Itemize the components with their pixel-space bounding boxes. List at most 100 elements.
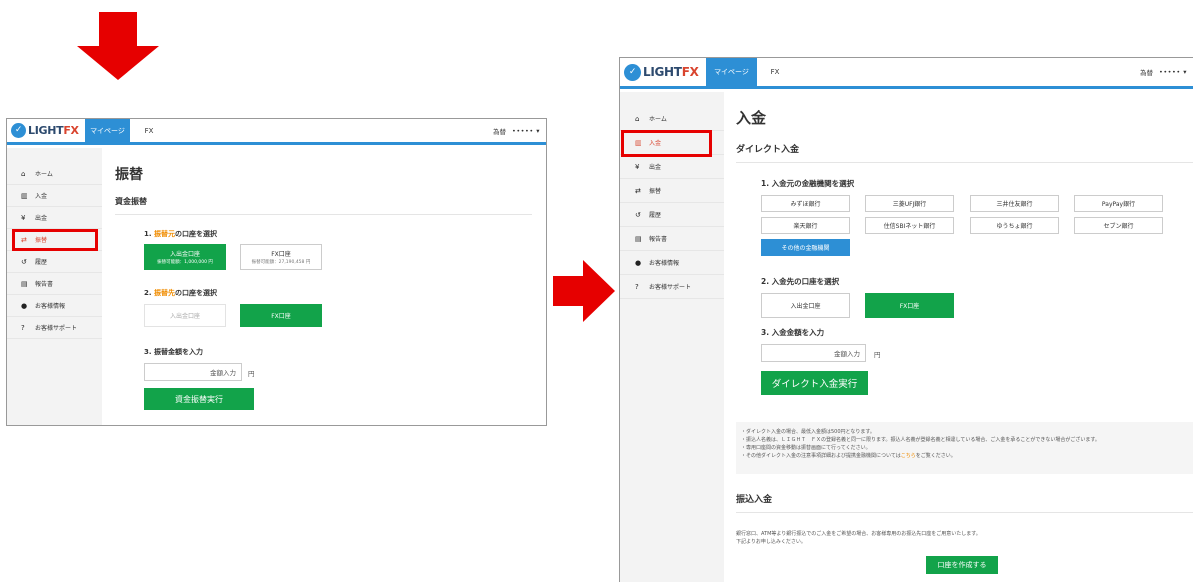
sidebar-item-label: 振替 — [649, 188, 662, 195]
yen-icon: ¥ — [21, 213, 26, 222]
sidebar-item-home[interactable]: ⌂ ホーム — [7, 163, 102, 185]
bank-icon: ▥ — [21, 191, 28, 200]
step1-highlight: 振替元 — [153, 230, 175, 238]
sidebar-item-label: お客様サポート — [649, 284, 692, 291]
note-1: ・ダイレクト入金の場合、最低入金額は500円となります。 — [741, 429, 875, 435]
source-inout-account-button[interactable]: 入出金口座 振替可能額：1,000,000 円 — [144, 244, 226, 270]
note-4: ・その他ダイレクト入金の注意事項詳細および提携金融機関についてはこちらをご覧くだ… — [741, 452, 1188, 460]
highlight-box-transfer — [12, 229, 98, 251]
note-2: ・振込人名義は、ＬＩＧＨＴ ＦＸの登録名義と同一に限ります。振込人名義が登録名義… — [741, 437, 1100, 443]
amount-input[interactable]: 金額入力 — [761, 344, 866, 362]
user-menu[interactable]: 為替 ••••• ▾ — [493, 119, 546, 142]
sidebar-item-support[interactable]: ? お客様サポート — [7, 317, 102, 339]
bank-button-smbc[interactable]: 三井住友銀行 — [970, 195, 1059, 212]
page-title: 振替 — [115, 167, 143, 183]
yen-icon: ¥ — [635, 162, 640, 171]
highlight-box-deposit — [621, 130, 712, 157]
user-icon: ● — [635, 258, 642, 267]
section-title: 資金振替 — [115, 197, 147, 206]
note-3: ・専用口座間の資金移動は振替画面にて行ってください。 — [741, 445, 871, 451]
transfer-description-2: 下記よりお申し込みください。 — [736, 539, 806, 545]
logo-fx-text: FX — [63, 124, 79, 137]
bank-button-mizuho[interactable]: みずほ銀行 — [761, 195, 850, 212]
deposit-screen: ✓ LIGHT FX マイページ FX 為替 ••••• ▾ ⌂ ホーム ▥ 入金 ¥… — [619, 57, 1193, 582]
section-transfer-title: 振込入金 — [736, 495, 773, 505]
dest-inout-account-button[interactable]: 入出金口座 — [761, 293, 850, 318]
bank-button-yucho[interactable]: ゆうちょ銀行 — [970, 217, 1059, 234]
amount-input[interactable]: 金額入力 — [144, 363, 242, 381]
help-icon: ? — [635, 282, 639, 291]
bank-button-seven[interactable]: セブン銀行 — [1074, 217, 1163, 234]
page-title: 入金 — [736, 109, 767, 127]
sidebar-item-label: 履歴 — [35, 259, 48, 266]
direct-deposit-submit-button[interactable]: ダイレクト入金実行 — [761, 371, 868, 395]
step1-suffix: の口座を選択 — [174, 230, 217, 238]
dest-inout-account-button[interactable]: 入出金口座 — [144, 304, 226, 327]
user-name-masked: ••••• ▾ — [1159, 68, 1187, 76]
dest-fx-account-button[interactable]: FX口座 — [865, 293, 954, 318]
note-4-link[interactable]: こちら — [901, 453, 916, 459]
step1-prefix: 1. — [144, 230, 154, 238]
help-icon: ? — [21, 323, 25, 332]
sidebar-item-withdraw[interactable]: ¥ 出金 — [7, 207, 102, 229]
button-sub: 振替可能額：1,000,000 円 — [157, 260, 213, 265]
logo[interactable]: ✓ LIGHT FX — [7, 119, 85, 142]
step2-label: 2. 入金先の口座を選択 — [761, 277, 840, 286]
sidebar-item-label: お客様情報 — [649, 260, 680, 267]
sidebar-item-label: 出金 — [35, 215, 48, 222]
create-account-button[interactable]: 口座を作成する — [926, 556, 998, 574]
sidebar-item-label: お客様情報 — [35, 303, 66, 310]
logo[interactable]: ✓ LIGHT FX — [620, 58, 706, 86]
sidebar-item-transfer[interactable]: ⇄ 振替 — [620, 179, 724, 203]
home-icon: ⌂ — [21, 169, 26, 178]
sidebar-item-report[interactable]: ▤ 報告書 — [620, 227, 724, 251]
user-prefix: 為替 — [493, 127, 506, 136]
bank-button-sbi[interactable]: 住信SBIネット銀行 — [865, 217, 954, 234]
bank-button-paypay[interactable]: PayPay銀行 — [1074, 195, 1163, 212]
sidebar-item-label: 入金 — [35, 193, 48, 200]
transfer-icon: ⇄ — [635, 186, 641, 195]
step2-label: 2. 振替先の口座を選択 — [144, 288, 217, 298]
user-menu[interactable]: 為替 ••••• ▾ — [1140, 58, 1193, 86]
sidebar-item-label: 報告書 — [649, 236, 668, 243]
source-fx-account-button[interactable]: FX口座 振替可能額：27,190,458 円 — [240, 244, 322, 270]
amount-unit: 円 — [874, 351, 881, 359]
button-sub: 振替可能額：27,190,458 円 — [251, 260, 311, 265]
sidebar-item-history[interactable]: ↺ 履歴 — [620, 203, 724, 227]
sidebar-item-label: ホーム — [649, 116, 667, 123]
note-4-prefix: ・その他ダイレクト入金の注意事項詳細および提携金融機関については — [741, 453, 901, 459]
sidebar-item-report[interactable]: ▤ 報告書 — [7, 273, 102, 295]
sidebar-item-home[interactable]: ⌂ ホーム — [620, 107, 724, 131]
header: ✓ LIGHT FX マイページ FX 為替 ••••• ▾ — [7, 119, 546, 145]
sidebar-item-label: ホーム — [35, 171, 53, 178]
logo-text: LIGHT — [643, 65, 682, 79]
tab-fx[interactable]: FX — [757, 58, 793, 86]
transfer-main: 振替 資金振替 1. 振替元の口座を選択 入出金口座 振替可能額：1,000,0… — [115, 148, 538, 425]
note-4-suffix: をご覧ください。 — [915, 453, 956, 459]
sidebar: ⌂ ホーム ▥ 入金 ¥ 出金 ⇄ 振替 ↺ 履歴 ▤ 報告書 ● お客様情報 ? お客様サポー… — [7, 148, 102, 425]
tab-fx[interactable]: FX — [130, 119, 168, 142]
sidebar: ⌂ ホーム ▥ 入金 ¥ 出金 ⇄ 振替 ↺ 履歴 ▤ 報告書 ● お客様情報 ? お客様サポー… — [620, 92, 724, 582]
other-banks-button[interactable]: その他の金融機関 — [761, 239, 850, 256]
sidebar-item-support[interactable]: ? お客様サポート — [620, 275, 724, 299]
notes-box: ・ダイレクト入金の場合、最低入金額は500円となります。 ・振込人名義は、ＬＩＧ… — [736, 422, 1193, 474]
report-icon: ▤ — [635, 234, 642, 243]
bank-button-mufg[interactable]: 三菱UFJ銀行 — [865, 195, 954, 212]
dest-fx-account-button[interactable]: FX口座 — [240, 304, 322, 327]
divider — [736, 162, 1193, 163]
sidebar-item-profile[interactable]: ● お客様情報 — [7, 295, 102, 317]
sidebar-item-deposit[interactable]: ▥ 入金 — [7, 185, 102, 207]
tab-mypage[interactable]: マイページ — [706, 58, 757, 86]
tab-mypage[interactable]: マイページ — [85, 119, 130, 142]
divider — [736, 512, 1193, 513]
logo-text: LIGHT — [28, 124, 64, 137]
user-icon: ● — [21, 301, 28, 310]
step3-label: 3. 振替金額を入力 — [144, 348, 203, 356]
sidebar-item-profile[interactable]: ● お客様情報 — [620, 251, 724, 275]
transfer-submit-button[interactable]: 資金振替実行 — [144, 388, 254, 410]
logo-fx-text: FX — [681, 65, 699, 79]
sidebar-item-history[interactable]: ↺ 履歴 — [7, 251, 102, 273]
bank-button-rakuten[interactable]: 楽天銀行 — [761, 217, 850, 234]
sidebar-item-withdraw[interactable]: ¥ 出金 — [620, 155, 724, 179]
report-icon: ▤ — [21, 279, 28, 288]
